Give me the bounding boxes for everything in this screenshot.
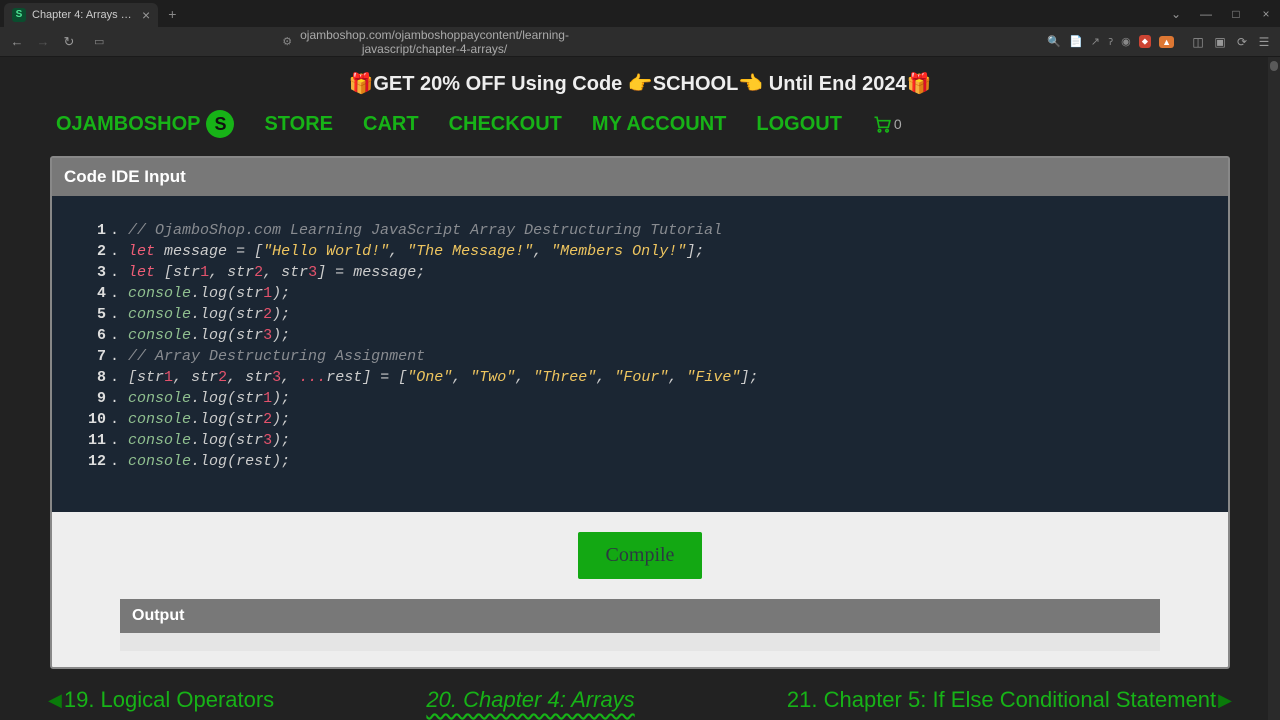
promo-pre: GET 20% OFF Using Code bbox=[373, 73, 627, 95]
address-bar[interactable]: ▭ ⚙ ojamboshop.com/ojamboshoppaycontent/… bbox=[86, 28, 1182, 56]
shield-icon[interactable]: ◉ bbox=[1121, 35, 1131, 48]
sidebar-icon[interactable]: ◫ bbox=[1190, 35, 1206, 49]
nav-checkout[interactable]: CHECKOUT bbox=[449, 113, 562, 136]
output-container: Output bbox=[120, 599, 1160, 651]
scrollbar-thumb[interactable] bbox=[1270, 61, 1278, 71]
ide-container: Code IDE Input 1. // OjamboShop.com Lear… bbox=[50, 156, 1230, 669]
cart-count: 0 bbox=[894, 116, 902, 132]
reader-mode-icon[interactable]: 📄 bbox=[1069, 35, 1083, 48]
maximize-icon[interactable]: □ bbox=[1226, 7, 1246, 21]
back-button[interactable]: ← bbox=[8, 34, 26, 49]
gift-icon: 🎁 bbox=[907, 73, 932, 95]
next-lesson-link[interactable]: 21. Chapter 5: If Else Conditional State… bbox=[787, 687, 1232, 713]
zoom-icon[interactable]: 🔍 bbox=[1047, 35, 1061, 48]
brand-icon: S bbox=[206, 110, 234, 138]
blocked-badge[interactable]: ⬥ bbox=[1139, 35, 1151, 48]
tab-favicon-icon: S bbox=[12, 8, 26, 22]
browser-toolbar: ← → ↻ ▭ ⚙ ojamboshop.com/ojamboshoppayco… bbox=[0, 27, 1280, 57]
main-nav: OJAMBOSHOP S STORE CART CHECKOUT MY ACCO… bbox=[0, 110, 1280, 156]
window-controls: ⌄ — □ × bbox=[1166, 7, 1276, 21]
warning-badge[interactable]: ▲ bbox=[1159, 36, 1174, 48]
promo-code: SCHOOL bbox=[653, 73, 739, 95]
rss-icon[interactable]: ॽ bbox=[1108, 34, 1113, 49]
sync-icon[interactable]: ⟳ bbox=[1234, 35, 1250, 49]
ide-header: Code IDE Input bbox=[52, 158, 1228, 196]
menu-icon[interactable]: ☰ bbox=[1256, 35, 1272, 49]
point-right-icon: 👉 bbox=[628, 73, 653, 95]
nav-cart[interactable]: CART bbox=[363, 113, 419, 136]
extension-icon[interactable]: ▣ bbox=[1212, 35, 1228, 49]
brand-link[interactable]: OJAMBOSHOP S bbox=[56, 110, 234, 138]
promo-banner: 🎁GET 20% OFF Using Code 👉SCHOOL👈 Until E… bbox=[0, 57, 1280, 110]
prev-lesson-label: 19. Logical Operators bbox=[64, 687, 274, 713]
code-editor[interactable]: 1. // OjamboShop.com Learning JavaScript… bbox=[52, 196, 1228, 512]
reload-button[interactable]: ↻ bbox=[60, 34, 78, 50]
next-lesson-label: 21. Chapter 5: If Else Conditional State… bbox=[787, 687, 1216, 713]
reader-icon[interactable]: ▭ bbox=[94, 35, 104, 48]
forward-button[interactable]: → bbox=[34, 34, 52, 49]
nav-account[interactable]: MY ACCOUNT bbox=[592, 113, 726, 136]
scrollbar[interactable] bbox=[1268, 57, 1280, 720]
brand-text: OJAMBOSHOP bbox=[56, 113, 200, 136]
arrow-right-icon: ▶ bbox=[1218, 690, 1232, 711]
lesson-nav: ◀ 19. Logical Operators 20. Chapter 4: A… bbox=[0, 669, 1280, 720]
browser-tab[interactable]: S Chapter 4: Arrays - Ojambo × bbox=[4, 3, 158, 27]
close-tab-icon[interactable]: × bbox=[142, 7, 150, 23]
gift-icon: 🎁 bbox=[348, 73, 373, 95]
prev-lesson-link[interactable]: ◀ 19. Logical Operators bbox=[48, 687, 274, 713]
nav-store[interactable]: STORE bbox=[264, 113, 333, 136]
chevron-down-icon[interactable]: ⌄ bbox=[1166, 7, 1186, 21]
minimize-icon[interactable]: — bbox=[1196, 7, 1216, 21]
promo-post: Until End 2024 bbox=[763, 73, 906, 95]
compile-button[interactable]: Compile bbox=[578, 532, 703, 579]
compile-row: Compile bbox=[52, 512, 1228, 599]
current-lesson-link[interactable]: 20. Chapter 4: Arrays bbox=[426, 687, 634, 713]
cart-icon-link[interactable]: 0 bbox=[872, 114, 902, 134]
close-window-icon[interactable]: × bbox=[1256, 7, 1276, 21]
site-info-icon[interactable]: ⚙ bbox=[282, 35, 292, 48]
url-text: ojamboshop.com/ojamboshoppaycontent/lear… bbox=[300, 28, 569, 56]
output-header: Output bbox=[120, 599, 1160, 633]
browser-titlebar: S Chapter 4: Arrays - Ojambo × + ⌄ — □ × bbox=[0, 0, 1280, 27]
new-tab-button[interactable]: + bbox=[168, 6, 176, 22]
tab-title: Chapter 4: Arrays - Ojambo bbox=[32, 9, 132, 21]
arrow-left-icon: ◀ bbox=[48, 690, 62, 711]
cart-icon bbox=[872, 114, 892, 134]
share-icon[interactable]: ↗ bbox=[1091, 35, 1100, 48]
output-body bbox=[120, 633, 1160, 651]
nav-logout[interactable]: LOGOUT bbox=[756, 113, 842, 136]
page-viewport: 🎁GET 20% OFF Using Code 👉SCHOOL👈 Until E… bbox=[0, 57, 1280, 720]
point-left-icon: 👈 bbox=[738, 73, 763, 95]
